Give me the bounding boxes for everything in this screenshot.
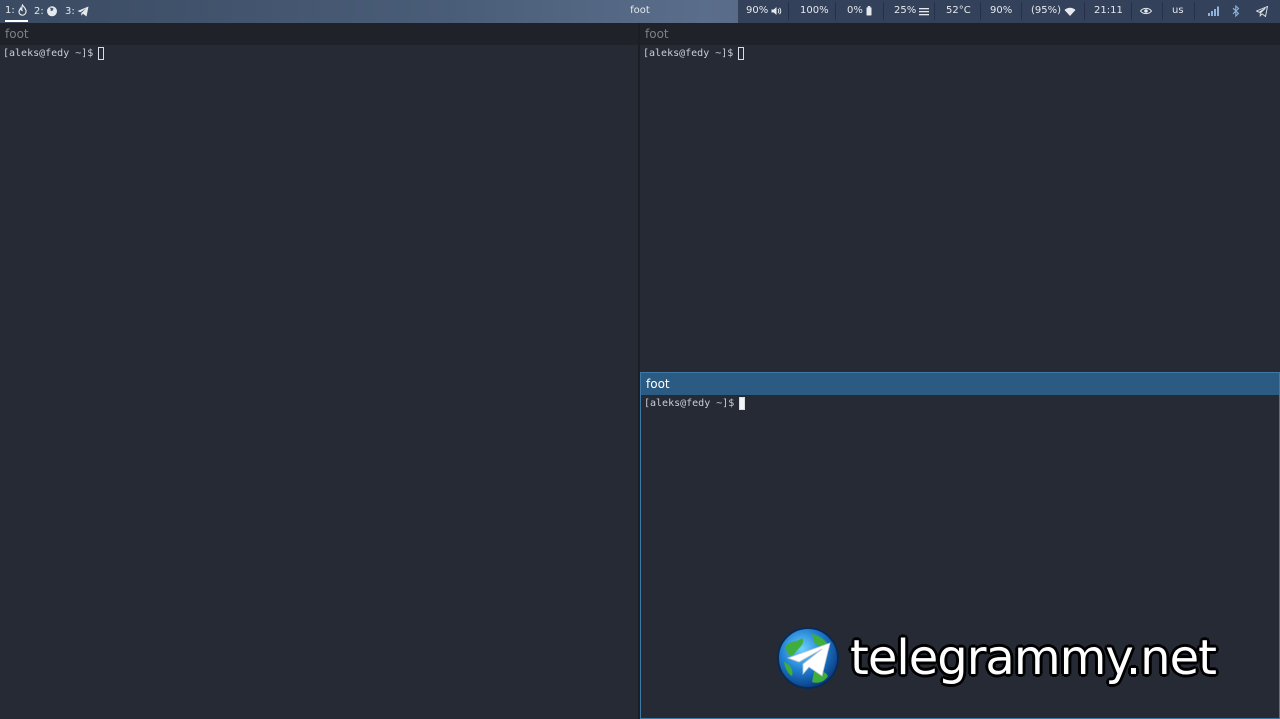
speaker-icon [771,7,782,15]
eye-icon [1140,7,1152,15]
wifi-value: (95%) [1031,5,1062,16]
watermark-text: telegrammy.net [850,630,1217,686]
shell-prompt: [aleks@fedy ~]$ [3,48,94,59]
wifi-icon [1064,7,1076,16]
module-separator [1194,2,1195,20]
telegram-icon [77,6,89,16]
shell-prompt: [aleks@fedy ~]$ [644,398,735,409]
workspace-1[interactable]: 1: [5,0,28,22]
telegram-tray-icon[interactable] [1256,0,1268,22]
brightness-module[interactable]: 100% [800,0,829,22]
clock-module[interactable]: 21:11 [1094,0,1123,22]
cpu-module[interactable]: 25% [894,0,930,22]
window-title[interactable]: foot [640,23,1280,45]
firefox-icon [46,6,57,17]
battery-icon [866,6,872,16]
window-title[interactable]: foot [641,373,1279,395]
workspace-1-label: 1: [5,4,15,16]
workspace-2-label: 2: [34,5,44,17]
workspace-3-label: 3: [65,5,75,17]
telegram-icon [1256,5,1268,17]
focused-window-title: foot [630,5,650,16]
cpu-value: 25% [894,5,917,16]
module-separator [980,2,981,20]
battery-value: 0% [847,5,863,16]
bluetooth-tray-icon[interactable] [1232,0,1240,22]
temperature-module[interactable]: 52°C [946,0,971,22]
fire-icon [18,4,27,16]
battery-module[interactable]: 0% [847,0,872,22]
module-separator [883,2,884,20]
globe-telegram-logo-icon [777,627,839,689]
module-separator [1162,2,1163,20]
module-separator [1021,2,1022,20]
terminal-content[interactable]: [aleks@fedy ~]$ [640,45,1280,60]
clock-value: 21:11 [1094,5,1123,16]
wifi-module[interactable]: (95%) [1031,0,1076,22]
module-separator [1131,2,1132,20]
volume-value: 90% [746,5,769,16]
window-title[interactable]: foot [0,23,638,45]
brightness-value: 100% [800,5,829,16]
module-separator [934,2,935,20]
terminal-cursor [738,47,745,60]
top-bar: 1: 2: 3: foot 90% 100% 0% 25% 52°C 90% (… [0,0,1280,23]
watermark: telegrammy.net [776,626,1217,690]
memory-module[interactable]: 90% [990,0,1012,22]
terminal-window-left[interactable]: foot [aleks@fedy ~]$ [0,23,638,719]
workspace-2[interactable]: 2: [34,0,58,22]
network-tray-icon[interactable] [1208,0,1221,22]
shell-prompt: [aleks@fedy ~]$ [643,48,734,59]
workspace-3[interactable]: 3: [65,0,89,22]
idle-inhibitor-module[interactable] [1140,0,1152,22]
terminal-cursor [98,47,105,60]
module-separator [835,2,836,20]
keyboard-layout-value: us [1172,5,1184,16]
volume-module[interactable]: 90% [746,0,782,22]
module-separator [788,2,789,20]
signal-bars-icon [1208,6,1219,16]
terminal-content[interactable]: [aleks@fedy ~]$ [641,395,1279,410]
temperature-value: 52°C [946,5,971,16]
bluetooth-icon [1232,5,1240,17]
terminal-content[interactable]: [aleks@fedy ~]$ [0,45,638,60]
memory-value: 90% [990,5,1013,16]
status-modules: 90% 100% 0% 25% 52°C 90% (95%) 21:11 us [738,0,1280,23]
list-icon [919,7,930,15]
module-separator [1084,2,1085,20]
terminal-cursor [739,397,746,410]
terminal-window-top-right[interactable]: foot [aleks@fedy ~]$ [640,23,1280,372]
keyboard-layout-module[interactable]: us [1172,0,1184,22]
